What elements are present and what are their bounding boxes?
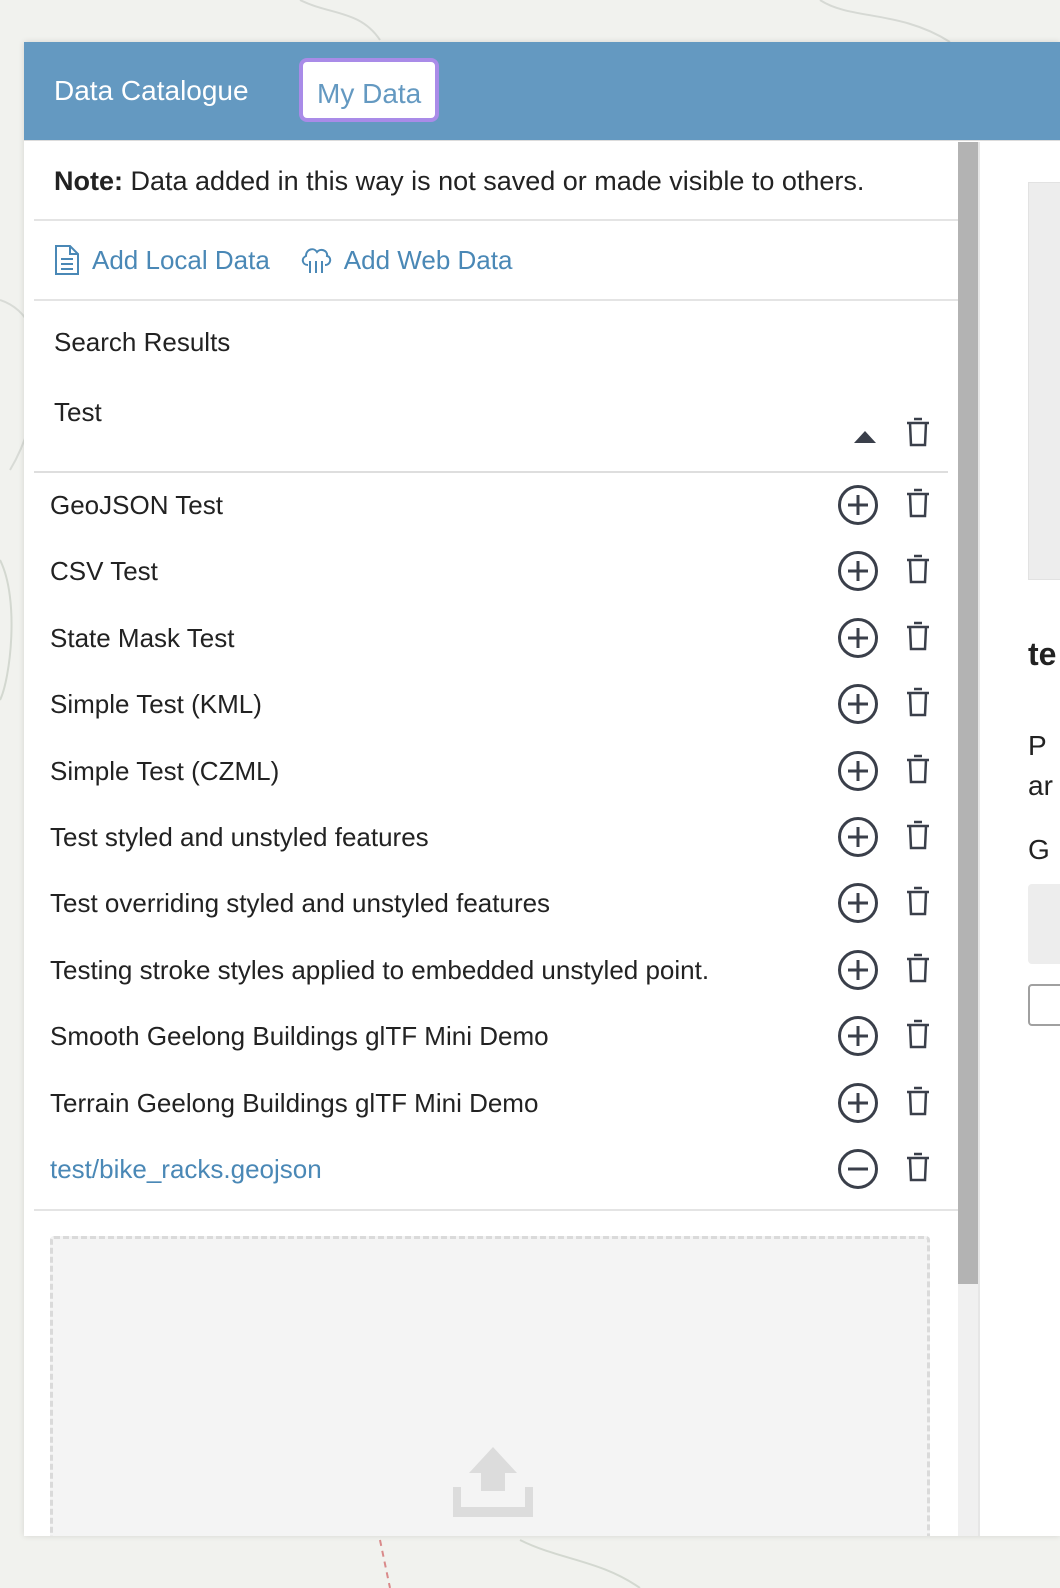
trash-icon[interactable]: [905, 553, 931, 590]
add-circle-icon[interactable]: [837, 750, 879, 797]
note-banner: Note: Data added in this way is not save…: [34, 142, 958, 221]
list-item: Smooth Geelong Buildings glTF Mini Demo: [34, 1004, 958, 1070]
tab-bar: Data Catalogue My Data: [24, 42, 1060, 141]
trash-icon[interactable]: [905, 620, 931, 657]
add-circle-icon[interactable]: [837, 617, 879, 664]
add-circle-icon[interactable]: [837, 816, 879, 863]
preview-info-box: [1028, 884, 1060, 964]
data-explorer-modal: Data Catalogue My Data Note: Data added …: [24, 42, 1060, 1536]
group-header-test[interactable]: Test: [34, 383, 948, 473]
list-item: Simple Test (KML): [34, 672, 958, 738]
list-item: GeoJSON Test: [34, 473, 958, 539]
add-local-data-button[interactable]: Add Local Data: [54, 244, 270, 276]
preview-section-label: G: [1028, 834, 1050, 865]
add-circle-icon[interactable]: [837, 1082, 879, 1129]
list-item: Simple Test (CZML): [34, 739, 958, 805]
file-icon: [54, 244, 80, 276]
preview-pane: te P ar G: [980, 142, 1060, 1536]
list-item: Terrain Geelong Buildings glTF Mini Demo: [34, 1071, 958, 1137]
add-web-data-button[interactable]: Add Web Data: [300, 244, 513, 276]
trash-icon[interactable]: [905, 416, 931, 453]
trash-icon[interactable]: [905, 487, 931, 524]
file-drop-zone[interactable]: [50, 1236, 930, 1536]
item-label[interactable]: Test overriding styled and unstyled feat…: [50, 871, 550, 935]
add-data-actions: Add Local Data Add Web Data: [34, 221, 958, 301]
list-item: test/bike_racks.geojson: [34, 1137, 958, 1203]
trash-icon[interactable]: [905, 885, 931, 922]
item-label[interactable]: Simple Test (CZML): [50, 739, 279, 803]
add-local-data-label: Add Local Data: [92, 244, 270, 275]
preview-input[interactable]: [1028, 984, 1060, 1026]
trash-icon[interactable]: [905, 1151, 931, 1188]
tab-my-data[interactable]: My Data: [299, 58, 440, 122]
add-circle-icon[interactable]: [837, 484, 879, 531]
catalog-item-list: GeoJSON Test CSV Test State Mask Test Si…: [34, 473, 958, 1212]
item-label[interactable]: test/bike_racks.geojson: [50, 1137, 322, 1201]
note-label: Note:: [54, 166, 123, 196]
item-label[interactable]: Test styled and unstyled features: [50, 805, 429, 869]
trash-icon[interactable]: [905, 1085, 931, 1122]
add-circle-icon[interactable]: [837, 882, 879, 929]
note-text: Data added in this way is not saved or m…: [123, 166, 865, 196]
preview-map-image: [1028, 182, 1060, 580]
remove-circle-icon[interactable]: [837, 1148, 879, 1195]
item-label[interactable]: State Mask Test: [50, 606, 235, 670]
my-data-pane: Note: Data added in this way is not save…: [34, 142, 958, 1536]
preview-description-line2: ar: [1028, 770, 1053, 801]
group-title: Test: [54, 397, 102, 427]
item-label[interactable]: Simple Test (KML): [50, 672, 262, 736]
add-circle-icon[interactable]: [837, 949, 879, 996]
add-web-data-label: Add Web Data: [343, 244, 513, 275]
preview-description-line1: P: [1028, 730, 1047, 761]
list-item: Test overriding styled and unstyled feat…: [34, 871, 958, 937]
trash-icon[interactable]: [905, 1018, 931, 1055]
add-circle-icon[interactable]: [837, 683, 879, 730]
item-label[interactable]: Testing stroke styles applied to embedde…: [50, 938, 709, 1002]
tab-data-catalogue[interactable]: Data Catalogue: [24, 42, 279, 140]
item-label[interactable]: Terrain Geelong Buildings glTF Mini Demo: [50, 1071, 538, 1135]
list-item: Test styled and unstyled features: [34, 805, 958, 871]
list-item: CSV Test: [34, 539, 958, 605]
collapse-caret-icon[interactable]: [854, 431, 876, 443]
preview-title: te: [1028, 636, 1057, 672]
scrollbar-thumb[interactable]: [958, 142, 978, 1284]
divider: [34, 1207, 958, 1212]
item-label[interactable]: Smooth Geelong Buildings glTF Mini Demo: [50, 1004, 549, 1068]
search-results-heading: Search Results: [54, 327, 231, 357]
item-label[interactable]: GeoJSON Test: [50, 473, 223, 537]
trash-icon[interactable]: [905, 952, 931, 989]
trash-icon[interactable]: [905, 819, 931, 856]
list-item: Testing stroke styles applied to embedde…: [34, 938, 958, 1004]
trash-icon[interactable]: [905, 753, 931, 790]
add-circle-icon[interactable]: [837, 550, 879, 597]
list-item: State Mask Test: [34, 606, 958, 672]
upload-icon: [449, 1443, 537, 1522]
item-label[interactable]: CSV Test: [50, 539, 158, 603]
cloud-upload-icon: [300, 245, 332, 275]
trash-icon[interactable]: [905, 686, 931, 723]
add-circle-icon[interactable]: [837, 1015, 879, 1062]
